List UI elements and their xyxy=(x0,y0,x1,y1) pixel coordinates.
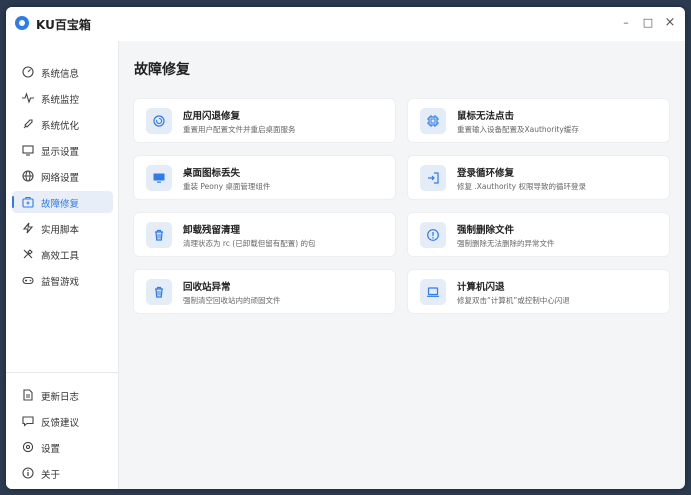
main-content: 故障修复 应用闪退修复 重置用户配置文件并重启桌面服务 鼠标无法点击 重置输入设… xyxy=(119,41,685,489)
card-title: 卸载残留清理 xyxy=(183,225,241,236)
tools-icon xyxy=(23,249,33,259)
sidebar-item-system-optimize[interactable]: 系统优化 xyxy=(12,113,113,135)
card-description: 强制清空回收站内的顽固文件 xyxy=(183,296,281,305)
card-app-crash-fix[interactable]: 应用闪退修复 重置用户配置文件并重启桌面服务 xyxy=(133,98,396,143)
sidebar-item-label: 设置 xyxy=(41,444,61,455)
monitor-icon xyxy=(22,145,34,156)
card-title: 桌面图标丢失 xyxy=(183,168,241,179)
globe-icon xyxy=(22,170,34,182)
sidebar-item-system-monitor[interactable]: 系统监控 xyxy=(12,87,113,109)
sidebar-item-scripts[interactable]: 实用脚本 xyxy=(12,217,113,239)
close-button[interactable]: × xyxy=(662,15,678,31)
card-description: 清理状态为 rc (已卸载但留有配置) 的包 xyxy=(183,239,316,248)
toolbox-icon xyxy=(22,196,34,208)
sidebar-divider xyxy=(6,372,118,373)
document-icon xyxy=(23,389,33,401)
sidebar-item-label: 系统优化 xyxy=(41,121,80,132)
sidebar-item-troubleshoot[interactable]: 故障修复 xyxy=(12,191,113,213)
card-title: 鼠标无法点击 xyxy=(457,111,515,122)
restart-icon xyxy=(146,108,172,134)
sidebar-item-about[interactable]: 关于 xyxy=(12,462,113,484)
sidebar-item-label: 反馈建议 xyxy=(41,418,80,429)
maximize-button[interactable]: □ xyxy=(640,15,656,31)
sidebar-item-label: 高效工具 xyxy=(41,251,80,262)
title-bar: KU百宝箱 – □ × xyxy=(6,7,685,41)
gear-icon xyxy=(22,441,34,453)
sidebar-item-games[interactable]: 益智游戏 xyxy=(12,269,113,291)
sidebar-item-label: 网络设置 xyxy=(41,173,80,184)
card-title: 登录循环修复 xyxy=(457,168,515,179)
card-uninstall-residue-cleanup[interactable]: 卸载残留清理 清理状态为 rc (已卸载但留有配置) 的包 xyxy=(133,212,396,257)
sidebar-item-tools[interactable]: 高效工具 xyxy=(12,243,113,265)
sidebar: 系统信息 系统监控 系统优化 显示设置 网络设置 故障修复 实用脚本 高效工具 xyxy=(6,41,119,489)
sidebar-item-system-info[interactable]: 系统信息 xyxy=(12,61,113,83)
card-desktop-icons-missing[interactable]: 桌面图标丢失 重装 Peony 桌面管理组件 xyxy=(133,155,396,200)
card-description: 重置用户配置文件并重启桌面服务 xyxy=(183,125,296,134)
sidebar-item-label: 系统信息 xyxy=(41,69,80,80)
page-title: 故障修复 xyxy=(134,62,190,78)
card-computer-crash[interactable]: 计算机闪退 修复双击“计算机”或控制中心闪退 xyxy=(407,269,670,314)
card-description: 重装 Peony 桌面管理组件 xyxy=(183,182,271,191)
card-description: 重置输入设备配置及Xauthority缓存 xyxy=(457,125,579,134)
card-description: 修复 .Xauthority 权限导致的循环登录 xyxy=(457,182,586,191)
info-icon xyxy=(22,467,34,479)
sidebar-item-label: 系统监控 xyxy=(41,95,80,106)
sidebar-item-settings[interactable]: 设置 xyxy=(12,436,113,458)
card-description: 强制删除无法删除的异常文件 xyxy=(457,239,555,248)
trash-icon xyxy=(146,222,172,248)
sidebar-item-display-settings[interactable]: 显示设置 xyxy=(12,139,113,161)
chat-icon xyxy=(22,416,34,427)
card-force-delete-files[interactable]: 强制删除文件 强制删除无法删除的异常文件 xyxy=(407,212,670,257)
card-mouse-click-fix[interactable]: 鼠标无法点击 重置输入设备配置及Xauthority缓存 xyxy=(407,98,670,143)
trash-icon xyxy=(146,279,172,305)
alert-icon xyxy=(420,222,446,248)
sidebar-item-feedback[interactable]: 反馈建议 xyxy=(12,410,113,432)
card-title: 应用闪退修复 xyxy=(183,111,241,122)
sidebar-item-label: 故障修复 xyxy=(41,199,80,210)
app-title: KU百宝箱 xyxy=(36,18,91,32)
gamepad-icon xyxy=(22,276,34,285)
chip-icon xyxy=(420,108,446,134)
sidebar-item-label: 更新日志 xyxy=(41,392,80,403)
sidebar-item-changelog[interactable]: 更新日志 xyxy=(12,384,113,406)
rocket-icon xyxy=(23,119,33,129)
sidebar-item-label: 关于 xyxy=(41,470,61,481)
sidebar-item-label: 益智游戏 xyxy=(41,277,80,288)
card-title: 回收站异常 xyxy=(183,282,231,293)
login-icon xyxy=(420,165,446,191)
pulse-icon xyxy=(22,92,34,104)
desktop-icon xyxy=(146,165,172,191)
minimize-button[interactable]: – xyxy=(618,15,634,31)
lightning-icon xyxy=(22,222,34,234)
app-window: KU百宝箱 – □ × 系统信息 系统监控 系统优化 显示设置 网络设置 故障修… xyxy=(6,7,685,489)
card-trash-error[interactable]: 回收站异常 强制清空回收站内的顽固文件 xyxy=(133,269,396,314)
card-title: 计算机闪退 xyxy=(457,282,505,293)
sidebar-item-network-settings[interactable]: 网络设置 xyxy=(12,165,113,187)
card-login-loop-fix[interactable]: 登录循环修复 修复 .Xauthority 权限导致的循环登录 xyxy=(407,155,670,200)
app-logo-icon xyxy=(15,16,29,30)
sidebar-item-label: 显示设置 xyxy=(41,147,80,158)
laptop-icon xyxy=(420,279,446,305)
card-title: 强制删除文件 xyxy=(457,225,515,236)
sidebar-item-label: 实用脚本 xyxy=(41,225,80,236)
gauge-icon xyxy=(22,66,34,78)
card-description: 修复双击“计算机”或控制中心闪退 xyxy=(457,296,570,305)
